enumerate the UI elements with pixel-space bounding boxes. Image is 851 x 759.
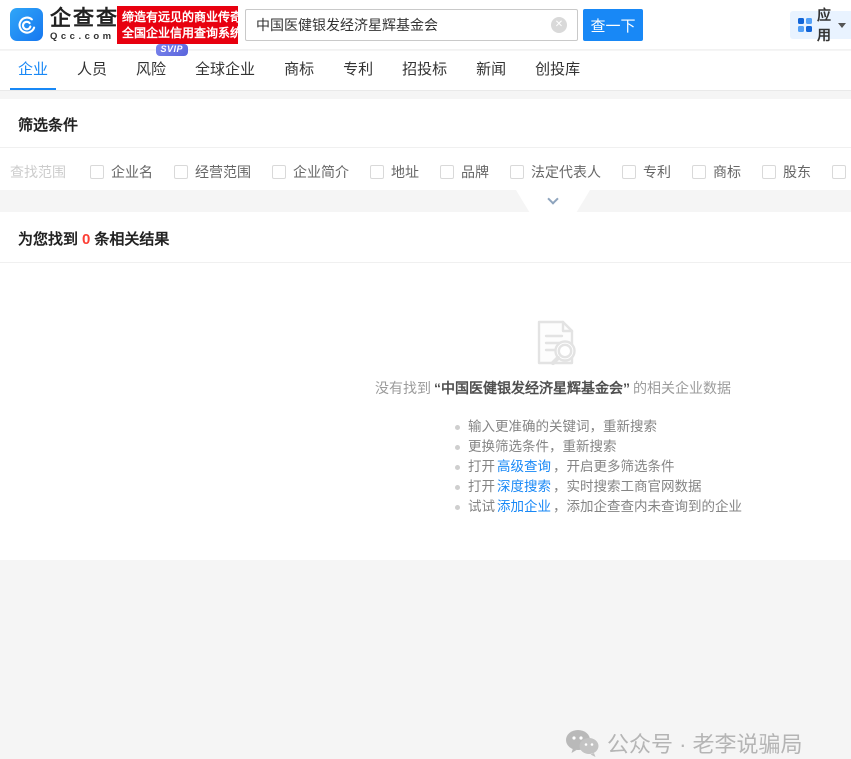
tab-patent[interactable]: 专利 [335, 51, 381, 90]
collapse-band [0, 190, 851, 212]
checkbox[interactable] [762, 165, 776, 179]
slogan-line2: 全国企业信用查询系统 [122, 25, 233, 41]
tab-risk[interactable]: 风险 SVIP [128, 51, 174, 90]
checkbox-truncated[interactable] [832, 165, 851, 179]
scope-label: 查找范围 [10, 162, 66, 182]
checkbox[interactable] [510, 165, 524, 179]
results-summary: 为您找到0条相关结果 [0, 212, 851, 262]
slogan-line1: 缔造有远见的商业传奇 [122, 9, 233, 25]
no-results-icon [527, 314, 585, 375]
checkbox-patent[interactable]: 专利 [622, 162, 671, 182]
tip-deep-search: 打开深度搜索，实时搜索工商官网数据 [455, 477, 742, 497]
watermark-text: 公众号 · 老李说骗局 [607, 727, 803, 759]
search-input[interactable] [245, 9, 578, 41]
checkbox-company-name[interactable]: 企业名 [90, 162, 153, 182]
checkbox[interactable] [832, 165, 846, 179]
suggestion-list: 输入更准确的关键词，重新搜索 更换筛选条件，重新搜索 打开高级查询，开启更多筛选… [455, 417, 742, 517]
header: 企查查 Qcc.com 缔造有远见的商业传奇 全国企业信用查询系统 ✕ 查一下 … [0, 0, 851, 50]
collapse-filters-button[interactable] [516, 190, 590, 212]
checkbox-business-scope[interactable]: 经营范围 [174, 162, 251, 182]
main-nav: 企业 人员 风险 SVIP 全球企业 商标 专利 招投标 新闻 创投库 [0, 51, 851, 91]
tip-advanced-search: 打开高级查询，开启更多筛选条件 [455, 457, 742, 477]
checkbox-legal-representative[interactable]: 法定代表人 [510, 162, 601, 182]
filter-panel: 筛选条件 查找范围 企业名 经营范围 企业简介 地址 品牌 法定代表人 [0, 99, 851, 190]
tab-trademark[interactable]: 商标 [276, 51, 322, 90]
checkbox[interactable] [622, 165, 636, 179]
results-panel: 为您找到0条相关结果 没有找到“中国医健银发经济星辉基金会”的相关企业数据 输入… [0, 212, 851, 560]
checkbox-brand[interactable]: 品牌 [440, 162, 489, 182]
tab-personnel[interactable]: 人员 [69, 51, 115, 90]
checkbox-shareholder[interactable]: 股东 [762, 162, 811, 182]
checkbox[interactable] [440, 165, 454, 179]
apps-menu-button[interactable]: 应用 [790, 11, 851, 39]
logo-brand: 企查查 [50, 8, 119, 29]
checkbox-address[interactable]: 地址 [370, 162, 419, 182]
checkbox[interactable] [272, 165, 286, 179]
apps-label: 应用 [817, 5, 831, 45]
slogan-banner: 缔造有远见的商业传奇 全国企业信用查询系统 [117, 6, 238, 44]
add-company-link[interactable]: 添加企业 [497, 499, 551, 514]
checkbox-company-profile[interactable]: 企业简介 [272, 162, 349, 182]
searched-query: “中国医健银发经济星辉基金会” [434, 380, 630, 396]
logo-domain: Qcc.com [50, 32, 119, 42]
deep-search-link[interactable]: 深度搜索 [497, 479, 551, 494]
checkbox[interactable] [174, 165, 188, 179]
wechat-icon [565, 728, 599, 758]
tab-enterprise[interactable]: 企业 [10, 51, 56, 90]
tab-bidding[interactable]: 招投标 [394, 51, 455, 90]
search-scope-row: 查找范围 企业名 经营范围 企业简介 地址 品牌 法定代表人 专利 [0, 148, 851, 195]
tab-venture[interactable]: 创投库 [527, 51, 588, 90]
tip-add-company: 试试添加企业，添加企查查内未查询到的企业 [455, 497, 742, 517]
checkbox[interactable] [692, 165, 706, 179]
chevron-down-icon [838, 23, 846, 28]
tab-news[interactable]: 新闻 [468, 51, 514, 90]
wechat-watermark: 公众号 · 老李说骗局 [565, 727, 803, 759]
svip-badge: SVIP [156, 44, 189, 56]
chevron-down-icon [547, 193, 558, 204]
qcc-logo[interactable]: 企查查 Qcc.com [10, 8, 119, 42]
empty-message: 没有找到“中国医健银发经济星辉基金会”的相关企业数据 [375, 378, 731, 398]
qcc-logo-icon [10, 8, 43, 41]
checkbox[interactable] [90, 165, 104, 179]
clear-search-icon[interactable]: ✕ [551, 17, 567, 33]
result-count: 0 [82, 231, 90, 248]
divider [0, 262, 851, 263]
tab-global-enterprise[interactable]: 全球企业 [187, 51, 263, 90]
checkbox[interactable] [370, 165, 384, 179]
search-bar: ✕ 查一下 [245, 9, 643, 41]
tip-refine-keywords: 输入更准确的关键词，重新搜索 [455, 417, 742, 437]
tip-change-filters: 更换筛选条件，重新搜索 [455, 437, 742, 457]
search-button[interactable]: 查一下 [583, 9, 643, 41]
filter-title: 筛选条件 [0, 99, 851, 147]
advanced-search-link[interactable]: 高级查询 [497, 459, 551, 474]
checkbox-trademark[interactable]: 商标 [692, 162, 741, 182]
apps-grid-icon [798, 18, 812, 32]
